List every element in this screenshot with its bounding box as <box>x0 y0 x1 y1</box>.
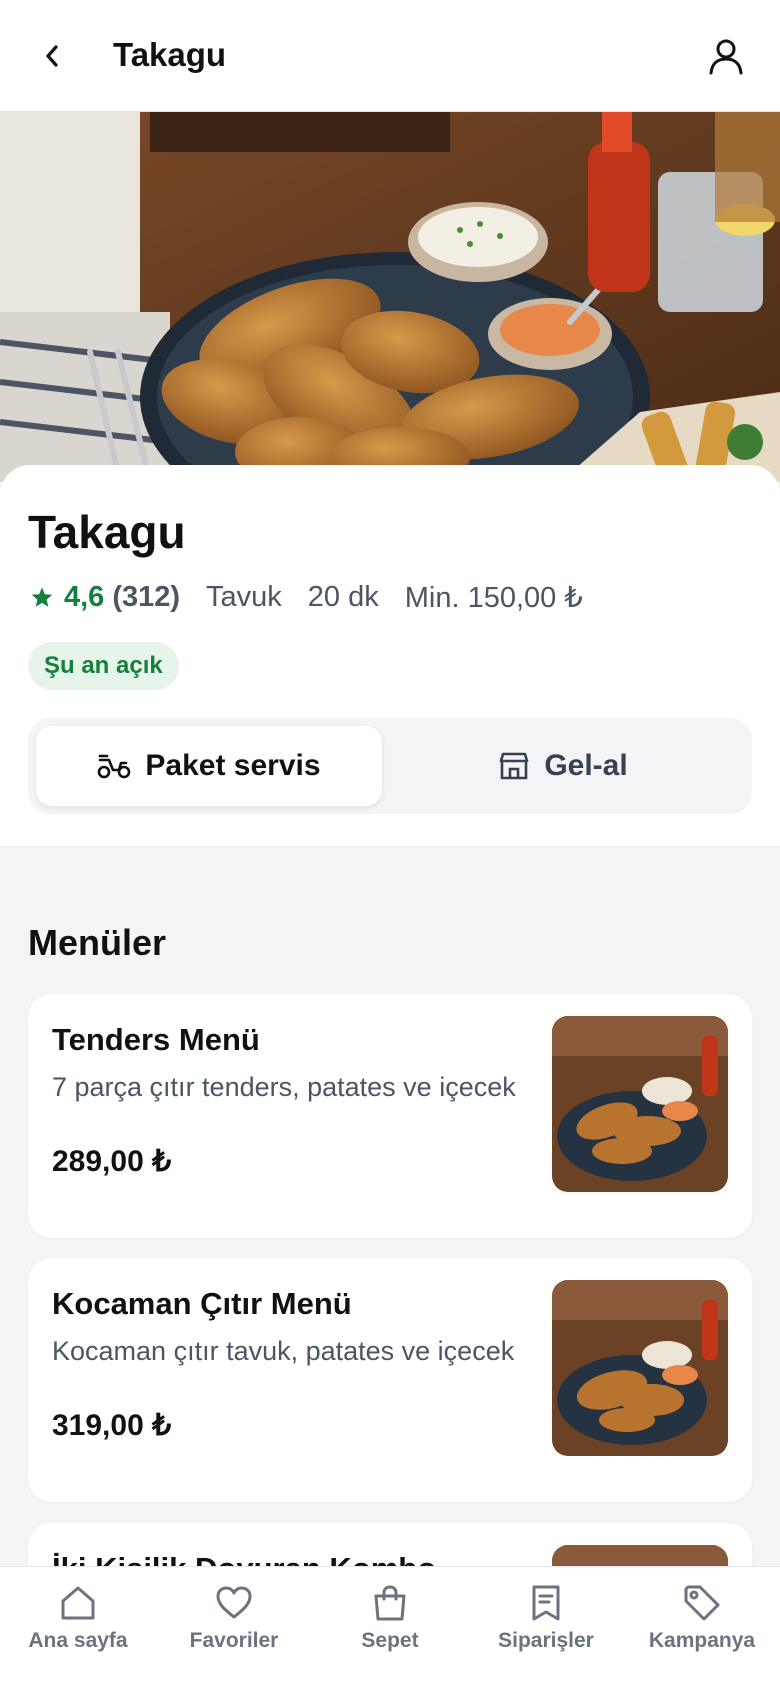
user-icon <box>709 39 743 75</box>
delivery-time: 20 dk <box>307 581 379 613</box>
status-badge: Şu an açık <box>28 642 179 690</box>
delivery-mode-toggle: Paket servis Gel-al <box>28 718 752 814</box>
nav-label: Ana sayfa <box>28 1629 128 1652</box>
nav-item-orders[interactable]: Siparişler <box>468 1583 624 1653</box>
scooter-icon <box>98 754 131 779</box>
top-bar: Takagu <box>0 0 780 112</box>
chevron-left-icon <box>46 45 58 67</box>
nav-label: Favoriler <box>189 1629 279 1652</box>
receipt-icon <box>532 1585 560 1621</box>
menu-item-card[interactable]: Tenders Menü 7 parça çıtır tenders, pata… <box>28 994 752 1238</box>
bag-icon <box>374 1585 406 1621</box>
menu-item-description: Kocaman çıtır tavuk, patates ve içecek <box>52 1336 515 1366</box>
delivery-option-button[interactable]: Paket servis <box>36 726 382 806</box>
nav-item-cart[interactable]: Sepet <box>312 1583 468 1653</box>
store-icon <box>500 752 529 780</box>
tag-icon <box>684 1585 720 1621</box>
pickup-option-button[interactable]: Gel-al <box>382 726 744 806</box>
restaurant-info-card: Takagu 4,6 (312) Tavuk 20 dk Min. 150,00… <box>0 465 780 847</box>
nav-item-favorites[interactable]: Favoriler <box>156 1583 312 1653</box>
section-title-menus: Menüler <box>28 922 167 963</box>
nav-label: Siparişler <box>498 1629 594 1652</box>
delivery-option-label: Paket servis <box>145 749 321 782</box>
nav-item-home[interactable]: Ana sayfa <box>0 1583 156 1653</box>
restaurant-hero-image <box>0 112 780 482</box>
menu-item-image <box>552 1016 728 1192</box>
star-icon <box>31 587 53 607</box>
heart-icon <box>216 1586 252 1619</box>
pickup-option-label: Gel-al <box>544 749 628 782</box>
nav-item-campaigns[interactable]: Kampanya <box>624 1583 780 1653</box>
home-icon <box>61 1586 95 1620</box>
restaurant-name: Takagu <box>28 506 186 558</box>
menu-item-card[interactable]: Kocaman Çıtır Menü Kocaman çıtır tavuk, … <box>28 1258 752 1502</box>
back-button[interactable] <box>34 36 70 76</box>
restaurant-meta: 4,6 (312) Tavuk 20 dk Min. 150,00 ₺ <box>30 580 583 615</box>
nav-label: Kampanya <box>648 1629 756 1652</box>
min-order: Min. 150,00 ₺ <box>404 582 583 614</box>
bottom-navigation: Ana sayfa Favoriler Sepet Siparişler Kam… <box>0 1566 780 1688</box>
menu-item-name: Tenders Menü <box>52 1022 260 1057</box>
review-count: (312) <box>112 581 181 613</box>
profile-button[interactable] <box>704 34 748 78</box>
menu-item-price: 289,00 ₺ <box>52 1145 172 1178</box>
nav-label: Sepet <box>361 1629 419 1652</box>
page-title: Takagu <box>113 36 227 73</box>
menu-item-price: 319,00 ₺ <box>52 1409 172 1442</box>
menu-item-image <box>552 1280 728 1456</box>
menu-item-name: Kocaman Çıtır Menü <box>52 1286 352 1321</box>
category-label: Tavuk <box>206 581 282 613</box>
rating-value: 4,6 <box>64 581 105 613</box>
menu-item-description: 7 parça çıtır tenders, patates ve içecek <box>52 1072 516 1102</box>
